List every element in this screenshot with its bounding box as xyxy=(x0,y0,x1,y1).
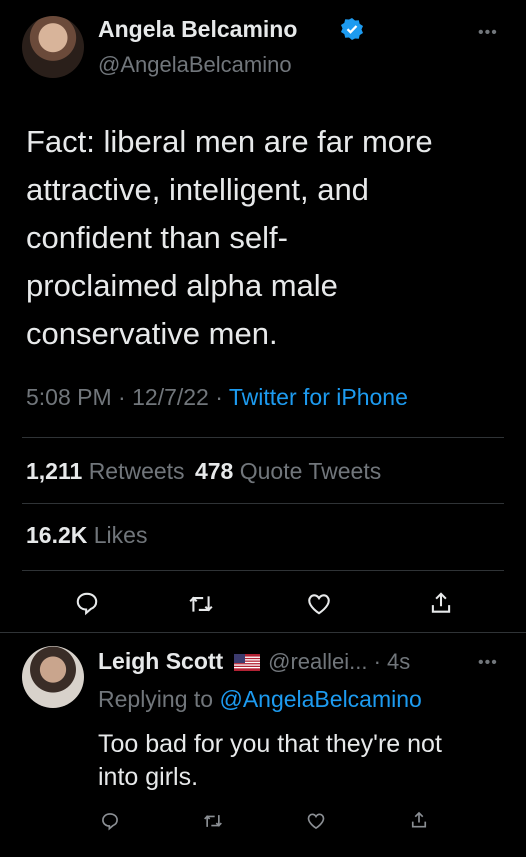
author-name[interactable]: Angela Belcamino xyxy=(98,16,297,43)
retweets-stat[interactable]: 1,211 Retweets xyxy=(26,458,191,484)
tweet-text-line: Fact: liberal men are far more xyxy=(26,124,433,159)
tweet-source[interactable]: Twitter for iPhone xyxy=(229,384,408,410)
quotes-stat[interactable]: 478 Quote Tweets xyxy=(195,458,381,484)
meta-separator: · xyxy=(118,384,126,410)
like-icon[interactable] xyxy=(306,811,326,831)
quotes-label: Quote Tweets xyxy=(239,458,382,484)
share-icon[interactable] xyxy=(428,590,454,616)
reply-more-icon[interactable]: ••• xyxy=(478,655,498,671)
tweet-stats: 1,211 Retweets 478 Quote Tweets xyxy=(26,458,381,485)
like-icon[interactable] xyxy=(306,591,332,617)
us-flag-icon xyxy=(233,654,260,671)
reply-handle-time[interactable]: @reallei... · 4s xyxy=(268,649,410,674)
divider xyxy=(22,503,504,504)
replying-to-label: Replying to xyxy=(98,686,214,712)
retweet-icon[interactable] xyxy=(203,811,223,831)
meta-separator: · xyxy=(215,384,223,410)
author-handle[interactable]: @AngelaBelcamino xyxy=(98,52,292,78)
reply-text-line: into girls. xyxy=(98,763,199,791)
verified-badge-icon xyxy=(340,17,364,41)
likes-count: 16.2K xyxy=(26,522,88,548)
reply-text-line: Too bad for you that they're not xyxy=(98,730,442,758)
tweet-time[interactable]: 5:08 PM xyxy=(26,384,112,410)
tweet-text-line: attractive, intelligent, and xyxy=(26,172,369,207)
tweet-text-line: confident than self- xyxy=(26,220,288,255)
replying-to-handle[interactable]: @AngelaBelcamino xyxy=(219,686,421,712)
reply-icon[interactable] xyxy=(74,590,100,616)
likes-stat[interactable]: 16.2K Likes xyxy=(26,522,147,549)
more-icon[interactable]: ••• xyxy=(478,25,498,41)
retweets-count: 1,211 xyxy=(26,458,83,484)
section-divider xyxy=(0,632,526,633)
divider xyxy=(22,437,504,438)
quotes-count: 478 xyxy=(194,458,234,484)
tweet-text: Fact: liberal men are far more attractiv… xyxy=(26,118,433,358)
replying-to: Replying to @AngelaBelcamino xyxy=(98,686,422,713)
reply-author-avatar[interactable] xyxy=(22,646,84,708)
likes-label: Likes xyxy=(93,522,148,548)
author-avatar[interactable] xyxy=(22,16,84,78)
share-icon[interactable] xyxy=(409,810,429,830)
reply-header: Leigh Scott @reallei... · 4s xyxy=(98,648,410,675)
tweet-text-line: proclaimed alpha male xyxy=(26,268,338,303)
divider xyxy=(22,570,504,571)
reply-text: Too bad for you that they're not into gi… xyxy=(98,728,442,794)
retweets-label: Retweets xyxy=(88,458,185,484)
retweet-icon[interactable] xyxy=(188,591,214,617)
tweet-text-line: conservative men. xyxy=(26,316,278,351)
reply-author-name[interactable]: Leigh Scott xyxy=(98,648,223,674)
tweet-meta: 5:08 PM · 12/7/22 · Twitter for iPhone xyxy=(26,384,408,411)
tweet-date[interactable]: 12/7/22 xyxy=(132,384,209,410)
reply-icon[interactable] xyxy=(100,811,120,831)
